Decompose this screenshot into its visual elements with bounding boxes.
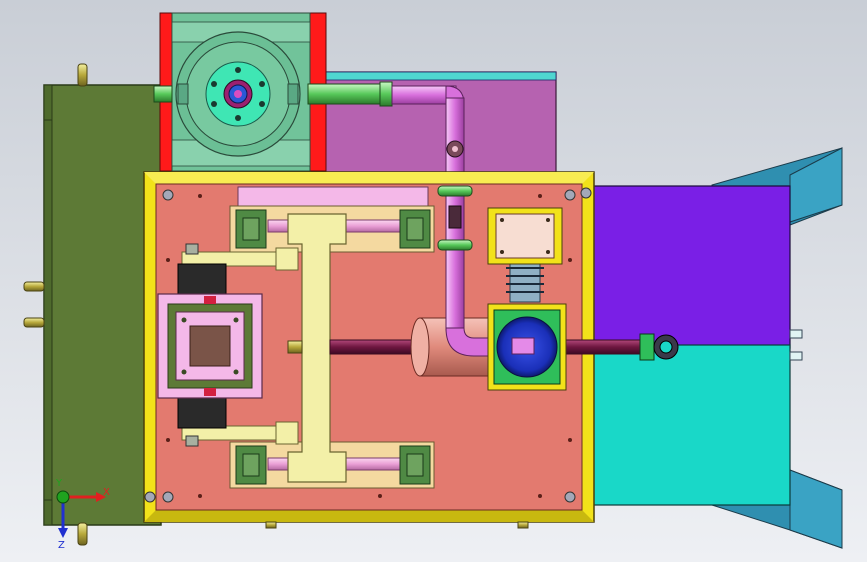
y-axis-label: Y — [55, 478, 63, 489]
right-violet-housing[interactable] — [591, 185, 791, 349]
top-pink-rail — [237, 186, 429, 208]
right-cyan-housing[interactable] — [591, 344, 791, 506]
cad-viewport[interactable]: X Y Z — [0, 0, 867, 562]
spring-coupling[interactable] — [506, 261, 544, 303]
top-motor-housing[interactable] — [159, 12, 327, 172]
sample-holder[interactable] — [157, 293, 263, 399]
gearbox[interactable] — [487, 303, 567, 391]
y-axis-dot — [56, 490, 70, 504]
shaft-end-nut[interactable] — [639, 333, 679, 361]
z-axis-label: Z — [58, 540, 65, 551]
sensor-box[interactable] — [487, 207, 563, 265]
x-axis-label: X — [103, 487, 110, 498]
